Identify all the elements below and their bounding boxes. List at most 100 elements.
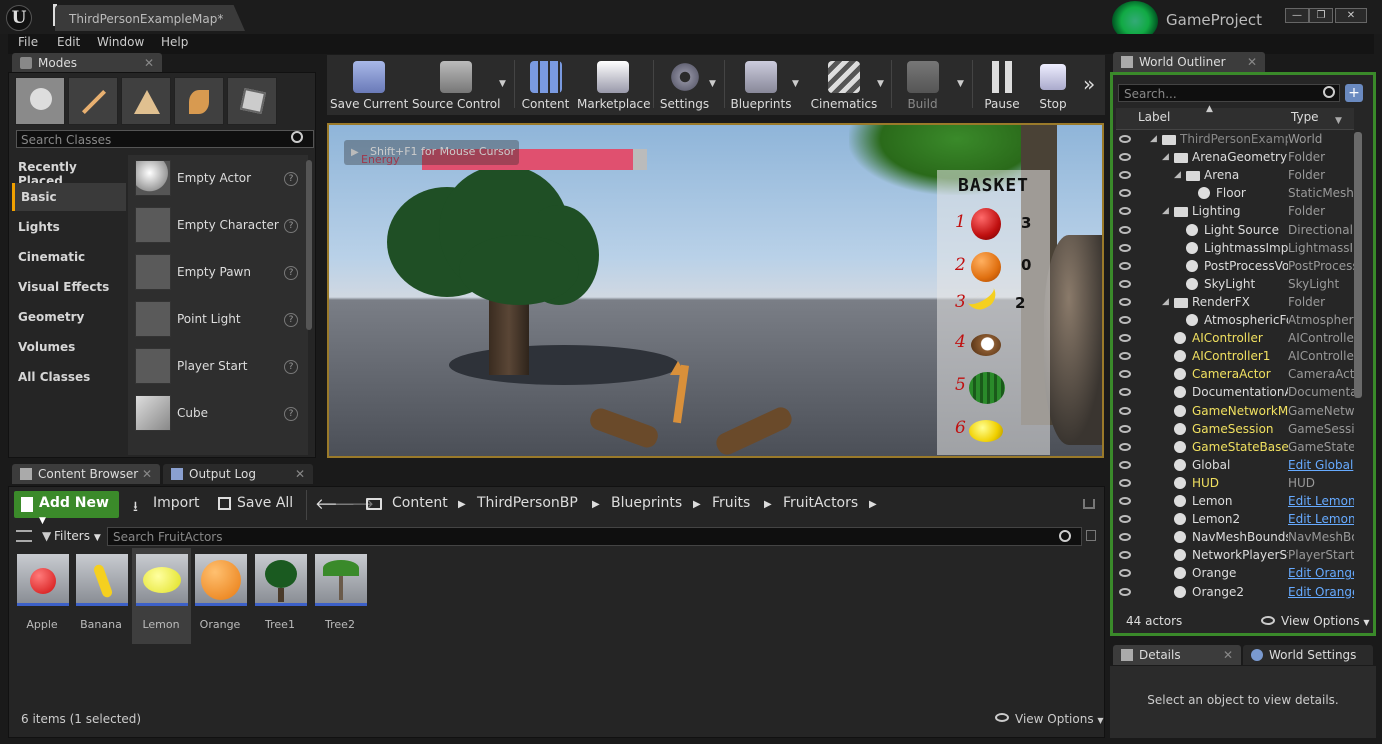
visibility-eye-icon[interactable] [1119, 533, 1131, 542]
category-cinematic[interactable]: Cinematic [12, 243, 126, 271]
menu-edit[interactable]: Edit [57, 35, 80, 49]
filters-button[interactable]: Filters ▼ [54, 529, 101, 543]
visibility-eye-icon[interactable] [1119, 551, 1131, 560]
tab-world-outliner[interactable]: World Outliner ✕ [1113, 52, 1265, 72]
outliner-search-input[interactable]: Search... [1118, 84, 1340, 102]
category-all-classes[interactable]: All Classes [12, 363, 126, 391]
class-item-empty-character[interactable]: Empty Character? [128, 202, 306, 248]
create-folder-icon[interactable]: + [1345, 84, 1363, 102]
tab-details[interactable]: Details ✕ [1113, 645, 1241, 665]
visibility-eye-icon[interactable] [1119, 153, 1131, 162]
breadcrumb-separator-icon[interactable]: ▶ [458, 499, 466, 510]
tab-content-browser[interactable]: Content Browser ✕ [12, 464, 160, 484]
asset-apple[interactable]: Apple [17, 550, 73, 642]
breadcrumb-blueprints[interactable]: Blueprints [611, 495, 682, 511]
maximize-button[interactable]: ❐ [1309, 8, 1333, 23]
outliner-row[interactable]: HUD HUD [1116, 474, 1354, 492]
outliner-row[interactable]: ◢ RenderFX Folder [1116, 293, 1354, 311]
breadcrumb-separator-icon[interactable]: ▶ [764, 499, 772, 510]
cb-view-options-button[interactable]: View Options ▼ [1015, 712, 1104, 726]
help-icon[interactable]: ? [284, 172, 298, 186]
category-basic[interactable]: Basic [12, 183, 126, 211]
place-mode-button[interactable] [15, 77, 65, 125]
outliner-row[interactable]: Lemon2 Edit Lemon [1116, 510, 1354, 528]
class-item-player-start[interactable]: Player Start? [128, 343, 306, 389]
category-lights[interactable]: Lights [12, 213, 126, 241]
outliner-row[interactable]: DocumentationActorDocumentationActor [1116, 383, 1354, 401]
asset-lemon[interactable]: Lemon [136, 550, 192, 642]
landscape-mode-button[interactable] [121, 77, 171, 125]
visibility-eye-icon[interactable] [1119, 135, 1131, 143]
outliner-row[interactable]: Global Edit Global [1116, 456, 1354, 474]
outliner-row[interactable]: CameraActor CameraActor [1116, 365, 1354, 383]
sources-panel-icon[interactable] [16, 530, 32, 542]
visibility-eye-icon[interactable] [1119, 207, 1131, 216]
asset-banana[interactable]: Banana [76, 550, 132, 642]
document-tab[interactable]: ThirdPersonExampleMap* [55, 5, 245, 31]
visibility-eye-icon[interactable] [1119, 171, 1131, 180]
visibility-eye-icon[interactable] [1119, 297, 1131, 306]
close-icon[interactable]: ✕ [295, 464, 305, 484]
class-item-cube[interactable]: Cube? [128, 390, 306, 436]
chevron-down-icon[interactable]: ▼ [957, 79, 964, 89]
help-icon[interactable]: ? [284, 219, 298, 233]
marketplace-button[interactable]: Marketplace [577, 55, 651, 115]
tab-output-log[interactable]: Output Log ✕ [163, 464, 313, 484]
outliner-row[interactable]: ◢ ArenaGeometry Folder [1116, 148, 1354, 166]
column-menu-icon[interactable]: ▼ [1335, 116, 1342, 126]
menu-help[interactable]: Help [161, 35, 188, 49]
category-volumes[interactable]: Volumes [12, 333, 126, 361]
visibility-eye-icon[interactable] [1119, 424, 1131, 433]
foliage-mode-button[interactable] [174, 77, 224, 125]
visibility-eye-icon[interactable] [1119, 460, 1131, 469]
edit-blueprint-link[interactable]: Edit Orange [1288, 564, 1354, 582]
outliner-scrollbar[interactable] [1354, 132, 1362, 398]
asset-orange[interactable]: Orange [195, 550, 251, 642]
minimize-button[interactable]: — [1285, 8, 1309, 23]
outliner-row[interactable]: ◢ Arena Folder [1116, 166, 1354, 184]
breadcrumb-fruits[interactable]: Fruits [712, 495, 750, 511]
save-search-icon[interactable] [1086, 530, 1096, 541]
breadcrumb-thirdpersonbp[interactable]: ThirdPersonBP [477, 495, 578, 511]
outliner-row[interactable]: Lemon Edit Lemon [1116, 492, 1354, 510]
visibility-eye-icon[interactable] [1119, 279, 1131, 288]
visibility-eye-icon[interactable] [1119, 515, 1131, 524]
help-icon[interactable]: ? [284, 266, 298, 280]
expand-arrow-icon[interactable]: ◢ [1162, 148, 1174, 162]
source-control-button[interactable]: Source Control [412, 55, 500, 115]
pause-button[interactable]: Pause [976, 55, 1028, 115]
outliner-row[interactable]: AIController1 AIController [1116, 347, 1354, 365]
class-item-empty-pawn[interactable]: Empty Pawn? [128, 249, 306, 295]
breadcrumb-content[interactable]: Content [392, 495, 448, 511]
asset-tree1[interactable]: Tree1 [255, 550, 311, 642]
lock-icon[interactable] [1083, 499, 1095, 509]
menu-window[interactable]: Window [97, 35, 144, 49]
visibility-eye-icon[interactable] [1119, 352, 1131, 361]
breadcrumb-fruitactors[interactable]: FruitActors [783, 495, 858, 511]
cinematics-button[interactable]: Cinematics [808, 55, 880, 115]
build-button[interactable]: Build [895, 55, 950, 115]
expand-arrow-icon[interactable]: ◢ [1162, 202, 1174, 216]
outliner-row[interactable]: GameNetworkManagerGameNetworkManager [1116, 402, 1354, 420]
tab-modes[interactable]: Modes ✕ [12, 53, 162, 73]
asset-tree2[interactable]: Tree2 [315, 550, 371, 642]
outliner-view-options-button[interactable]: View Options ▼ [1281, 614, 1370, 628]
breadcrumb-separator-icon[interactable]: ▶ [869, 499, 877, 510]
outliner-row[interactable]: NetworkPlayerStartPlayerStart [1116, 546, 1354, 564]
toolbar-overflow-icon[interactable]: » [1083, 72, 1095, 96]
visibility-eye-icon[interactable] [1119, 478, 1131, 487]
unreal-logo-icon[interactable]: U [6, 5, 32, 31]
category-recently-placed[interactable]: Recently Placed [12, 153, 126, 188]
category-geometry[interactable]: Geometry [12, 303, 126, 331]
visibility-eye-icon[interactable] [1119, 406, 1131, 415]
outliner-row[interactable]: Orange2 Edit Orange [1116, 583, 1354, 601]
edit-blueprint-link[interactable]: Edit Global [1288, 456, 1354, 474]
close-icon[interactable]: ✕ [1247, 52, 1257, 72]
menu-file[interactable]: File [18, 35, 38, 49]
column-label-header[interactable]: Label [1138, 110, 1170, 124]
search-classes-input[interactable]: Search Classes [16, 130, 314, 148]
close-window-button[interactable]: ✕ [1335, 8, 1367, 23]
level-viewport[interactable]: Energy Shift+F1 for Mouse Cursor ▶ BASKE… [327, 123, 1104, 458]
chevron-down-icon[interactable]: ▼ [709, 79, 716, 89]
outliner-row[interactable]: GameStateBaseGameStateBase [1116, 438, 1354, 456]
